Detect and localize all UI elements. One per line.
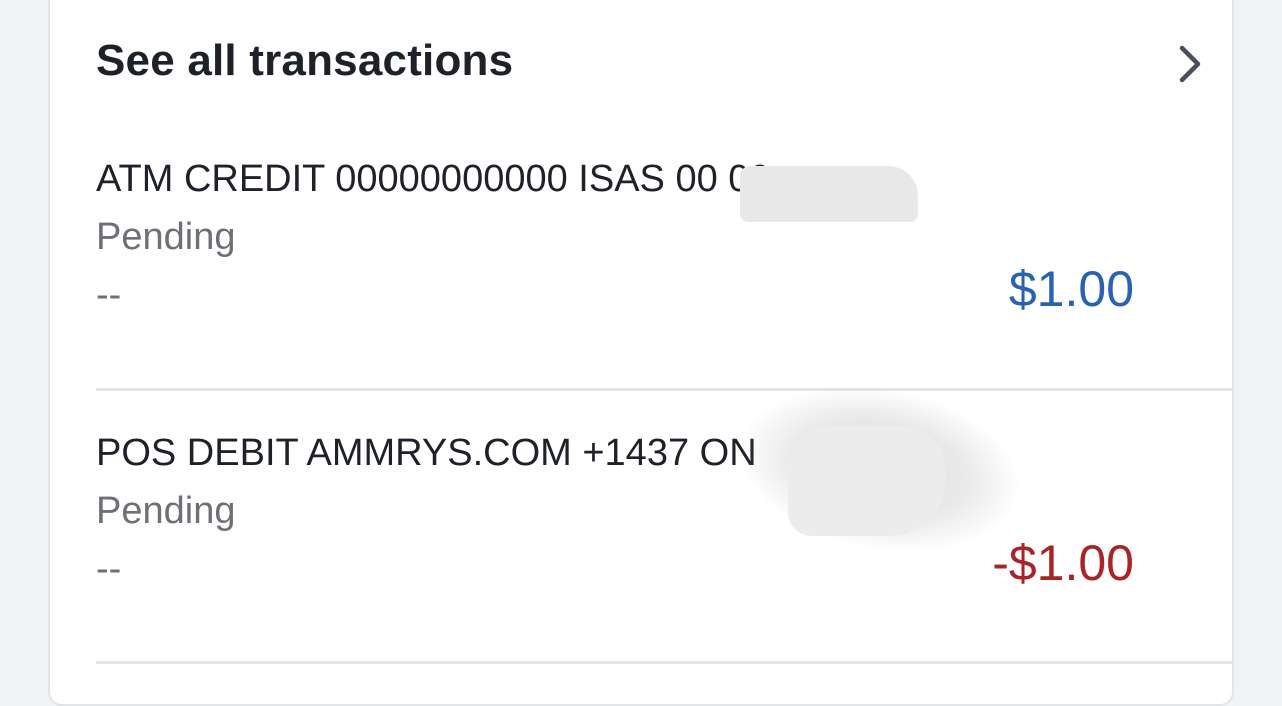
transaction-date: --: [96, 274, 122, 316]
divider: [96, 661, 1232, 664]
see-all-transactions-link[interactable]: See all transactions: [50, 2, 1232, 122]
transaction-row[interactable]: POS DEBIT AMMRYS.COM +1437 ON Pending --…: [50, 404, 1232, 676]
chevron-right-icon: [1179, 45, 1201, 83]
redaction-mark: [740, 166, 918, 222]
see-all-transactions-title: See all transactions: [96, 36, 514, 85]
divider: [96, 388, 1232, 391]
transaction-description: ATM CREDIT 00000000000 ISAS 00 00: [96, 158, 771, 200]
redaction-mark: [788, 426, 946, 536]
transaction-date: --: [96, 548, 122, 590]
transactions-card: See all transactions ATM CREDIT 00000000…: [48, 0, 1234, 706]
transaction-status: Pending: [96, 216, 236, 258]
transaction-amount: $1.00: [1008, 261, 1134, 317]
transaction-status: Pending: [96, 490, 236, 532]
transaction-amount: -$1.00: [992, 535, 1134, 591]
transaction-row[interactable]: ATM CREDIT 00000000000 ISAS 00 00 Pendin…: [50, 130, 1232, 402]
transaction-description: POS DEBIT AMMRYS.COM +1437 ON: [96, 432, 757, 474]
